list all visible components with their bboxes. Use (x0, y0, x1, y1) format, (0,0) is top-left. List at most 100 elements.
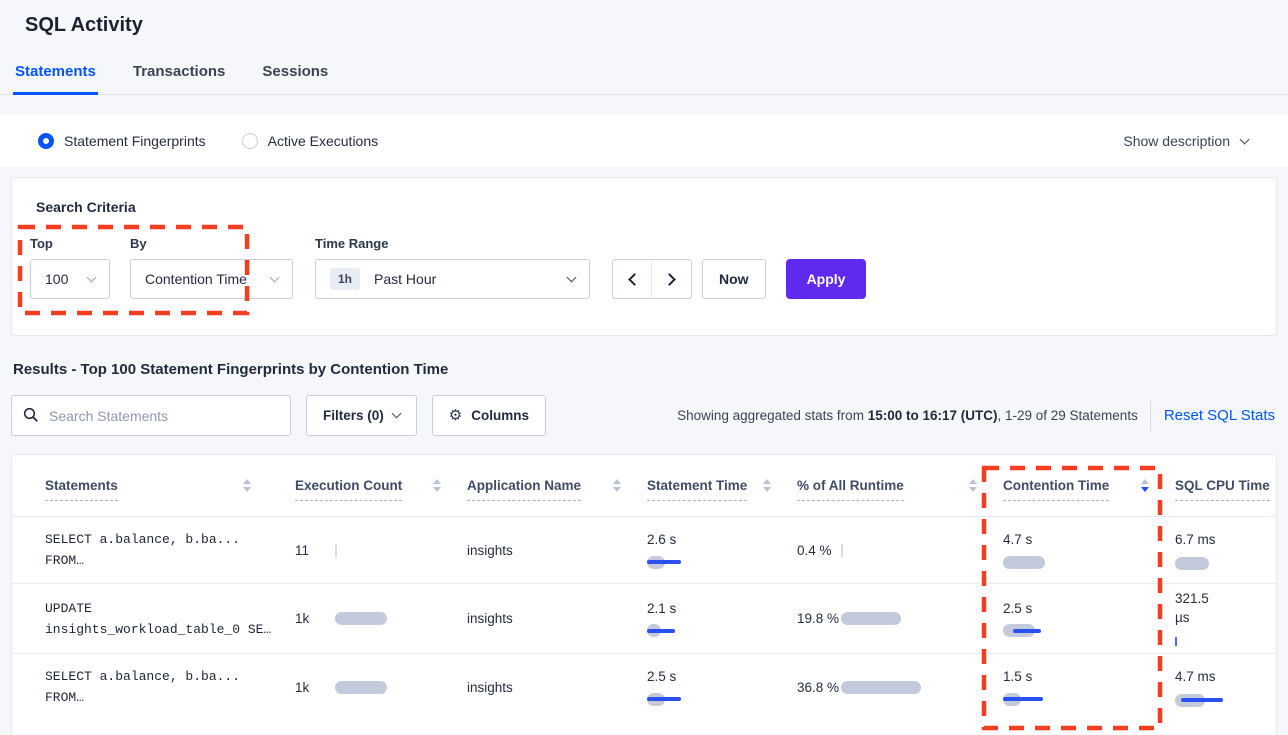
view-toggle-bar: Statement FingerprintsActive Executions … (0, 115, 1288, 167)
table-row: UPDATEinsights_workload_table_0 SE…1kins… (12, 583, 1276, 653)
radio-active-executions[interactable]: Active Executions (242, 133, 379, 149)
statement-time-cell: 2.1 s (647, 600, 797, 638)
show-description-toggle[interactable]: Show description (1123, 133, 1248, 149)
statement-time-value: 2.1 s (647, 600, 797, 617)
column-header-statements[interactable]: Statements (12, 455, 295, 516)
chevron-down-icon (567, 272, 577, 282)
sort-icon[interactable] (763, 479, 771, 492)
blue-line (647, 560, 681, 564)
application-name-value: insights (467, 611, 513, 626)
column-header-statement-time[interactable]: Statement Time (647, 455, 797, 516)
sql-cpu-time-value: 4.7 ms (1175, 667, 1227, 686)
filters-button[interactable]: Filters (0) (306, 395, 417, 436)
statement-time-value: 2.5 s (647, 668, 797, 685)
search-input[interactable] (11, 395, 291, 436)
application-name-value: insights (467, 680, 513, 695)
column-header-of-all-runtime[interactable]: % of All Runtime (797, 455, 1003, 516)
next-time-button[interactable] (652, 259, 692, 299)
tiny-blue-bar (1175, 637, 1177, 646)
sort-down-triangle (243, 487, 251, 492)
tab-sessions[interactable]: Sessions (260, 63, 330, 94)
view-toggle: Statement Fingerprints Active Executions (38, 133, 414, 149)
gear-icon: ⚙ (449, 408, 462, 423)
aggregated-stats-text: Showing aggregated stats from 15:00 to 1… (677, 408, 1138, 423)
now-button[interactable]: Now (702, 259, 766, 299)
apply-button[interactable]: Apply (786, 259, 867, 299)
column-header-sql-cpu-time[interactable]: SQL CPU Time (1175, 455, 1276, 516)
radio-label: Active Executions (268, 133, 379, 149)
contention-time-cell: 2.5 s (1003, 600, 1175, 638)
sql-cpu-time-value: 6.7 ms (1175, 530, 1227, 549)
chevron-right-icon (663, 273, 676, 286)
column-header-application-name[interactable]: Application Name (467, 455, 647, 516)
chevron-down-icon (391, 409, 401, 419)
previous-time-button[interactable] (612, 259, 652, 299)
by-select-value: Contention Time (145, 271, 247, 287)
blue-line (1003, 697, 1043, 701)
sort-icon[interactable] (613, 479, 621, 492)
statement-cell: SELECT a.balance, b.ba...FROM… (12, 529, 295, 571)
contention-time-cell: 1.5 s (1003, 668, 1175, 706)
application-name-cell: insights (467, 543, 647, 558)
tab-statements[interactable]: Statements (13, 63, 98, 95)
contention-time-cell: 4.7 s (1003, 531, 1175, 569)
sort-icon[interactable] (243, 479, 251, 492)
search-criteria-title: Search Criteria (36, 199, 1252, 215)
column-header-execution-count[interactable]: Execution Count (295, 455, 467, 516)
runtime-percent-value: 36.8 % (797, 678, 841, 697)
radio-statement-fingerprints[interactable]: Statement Fingerprints (38, 133, 206, 149)
statement-time-value: 2.6 s (647, 531, 797, 548)
radio-button-icon (242, 133, 258, 149)
statement-line: UPDATE (45, 598, 277, 619)
show-description-label: Show description (1123, 133, 1230, 149)
radio-label: Statement Fingerprints (64, 133, 206, 149)
sort-icon[interactable] (969, 479, 977, 492)
by-select[interactable]: Contention Time (130, 259, 293, 299)
tab-transactions[interactable]: Transactions (131, 63, 228, 94)
radio-button-icon (38, 133, 54, 149)
statement-line: FROM… (45, 687, 277, 708)
tiny-bar (335, 544, 337, 557)
by-field: By Contention Time (130, 236, 293, 299)
blue-line (1181, 698, 1223, 702)
statement-fingerprint-link[interactable]: SELECT a.balance, b.ba...FROM… (45, 529, 277, 571)
cell-bar-chart (1003, 555, 1175, 569)
table-body: SELECT a.balance, b.ba...FROM…11insights… (12, 516, 1276, 720)
cell-bar-chart (647, 555, 797, 569)
contention-time-value: 1.5 s (1003, 668, 1175, 685)
results-heading: Results - Top 100 Statement Fingerprints… (13, 361, 1277, 378)
runtime-percent-value: 0.4 % (797, 541, 841, 560)
sort-up-triangle (1141, 479, 1149, 484)
execution-count-value: 1k (295, 680, 335, 695)
sort-icon[interactable] (1141, 479, 1149, 492)
execution-count-cell: 1k (295, 680, 467, 695)
runtime-percent-cell: 0.4 % (797, 541, 1003, 560)
cell-bar-chart (335, 680, 395, 694)
search-criteria-panel: Search Criteria Top 100 By Contention Ti… (11, 177, 1277, 336)
toolbar-divider (1150, 401, 1151, 431)
sort-icon[interactable] (433, 479, 441, 492)
column-header-contention-time[interactable]: Contention Time (1003, 455, 1175, 516)
application-name-cell: insights (467, 680, 647, 695)
top-field: Top 100 (30, 236, 110, 299)
cell-bar-chart (647, 624, 797, 638)
cell-bar-chart (647, 692, 797, 706)
columns-button[interactable]: ⚙ Columns (432, 395, 546, 436)
sort-down-triangle (969, 487, 977, 492)
chevron-left-icon (628, 273, 641, 286)
sql-cpu-time-cell: 6.7 ms (1175, 530, 1276, 570)
cell-bar-chart (1175, 634, 1276, 648)
reset-sql-stats-link[interactable]: Reset SQL Stats (1164, 407, 1275, 424)
statement-fingerprint-link[interactable]: UPDATEinsights_workload_table_0 SE… (45, 598, 277, 640)
cell-bar-chart (841, 612, 901, 626)
runtime-percent-value: 19.8 % (797, 609, 841, 628)
column-label: % of All Runtime (797, 478, 904, 501)
cell-bar-chart (335, 543, 395, 557)
statement-fingerprint-link[interactable]: SELECT a.balance, b.ba...FROM… (45, 666, 277, 708)
time-range-select[interactable]: 1h Past Hour (315, 259, 590, 299)
top-select[interactable]: 100 (30, 259, 110, 299)
column-label: Statements (45, 478, 118, 501)
cell-bar-chart (1175, 693, 1276, 707)
sort-up-triangle (433, 479, 441, 484)
column-label: Statement Time (647, 478, 747, 501)
